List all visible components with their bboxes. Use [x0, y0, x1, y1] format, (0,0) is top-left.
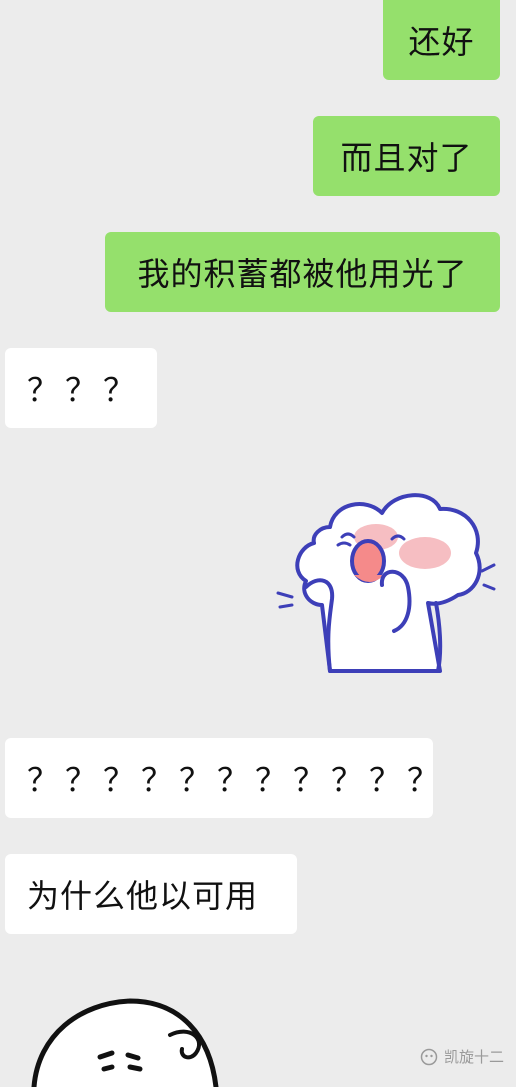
message-bubble-received[interactable]: 为什么他以可用 [5, 854, 297, 934]
message-text: 为什么他以可用 [27, 877, 259, 915]
watermark-text: 凯旋十二 [443, 1048, 504, 1066]
message-bubble-sent[interactable]: 还好 [383, 0, 500, 80]
message-text: 而且对了 [340, 139, 473, 177]
message-bubble-sent[interactable]: 而且对了 [313, 116, 500, 196]
message-text: 我的积蓄都被他用光了 [137, 255, 468, 293]
message-text: ？？？？？？？？？？？ [27, 761, 446, 799]
wechat-account-icon [420, 1048, 438, 1065]
message-bubble-sent[interactable]: 我的积蓄都被他用光了 [105, 232, 500, 312]
crying-blob-sticker[interactable] [270, 475, 500, 685]
grumpy-face-sticker[interactable] [20, 995, 220, 1087]
message-text: ？？？ [27, 371, 142, 409]
watermark: 凯旋十二 [420, 1046, 504, 1067]
message-bubble-received[interactable]: ？？？ [5, 348, 157, 428]
message-text: 还好 [408, 23, 475, 61]
message-bubble-received[interactable]: ？？？？？？？？？？？ [5, 738, 439, 818]
